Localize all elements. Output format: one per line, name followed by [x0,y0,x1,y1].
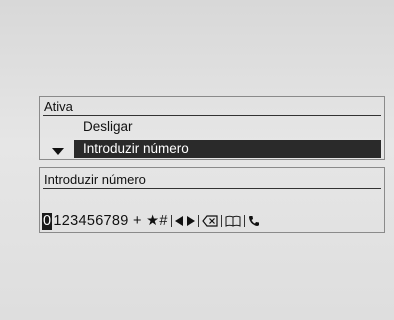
call-icon[interactable] [248,215,260,227]
selector-arrow-icon [52,148,64,155]
separator [197,215,199,227]
delete-icon[interactable] [201,215,218,227]
number-entry-panel: Introduzir número 0 123456789 + ★# [39,167,385,233]
separator [243,215,245,227]
phonebook-icon[interactable] [225,215,241,227]
menu-item-introduzir-numero[interactable]: Introduzir número [74,140,381,158]
menu-item-desligar[interactable]: Desligar [83,119,133,135]
separator [220,215,222,227]
number-entry-title: Introduzir número [44,172,146,187]
separator [170,215,172,227]
number-entry-divider [43,188,381,189]
menu-panel: Ativa Desligar Introduzir número [39,96,385,160]
character-list[interactable]: 123456789 + ★# [53,213,167,229]
cursor-left-icon[interactable] [174,216,183,226]
menu-title: Ativa [44,99,73,114]
menu-divider [43,115,381,116]
selected-character[interactable]: 0 [42,212,53,230]
character-selector[interactable]: 0 123456789 + ★# [42,212,260,230]
cursor-right-icon[interactable] [186,216,195,226]
